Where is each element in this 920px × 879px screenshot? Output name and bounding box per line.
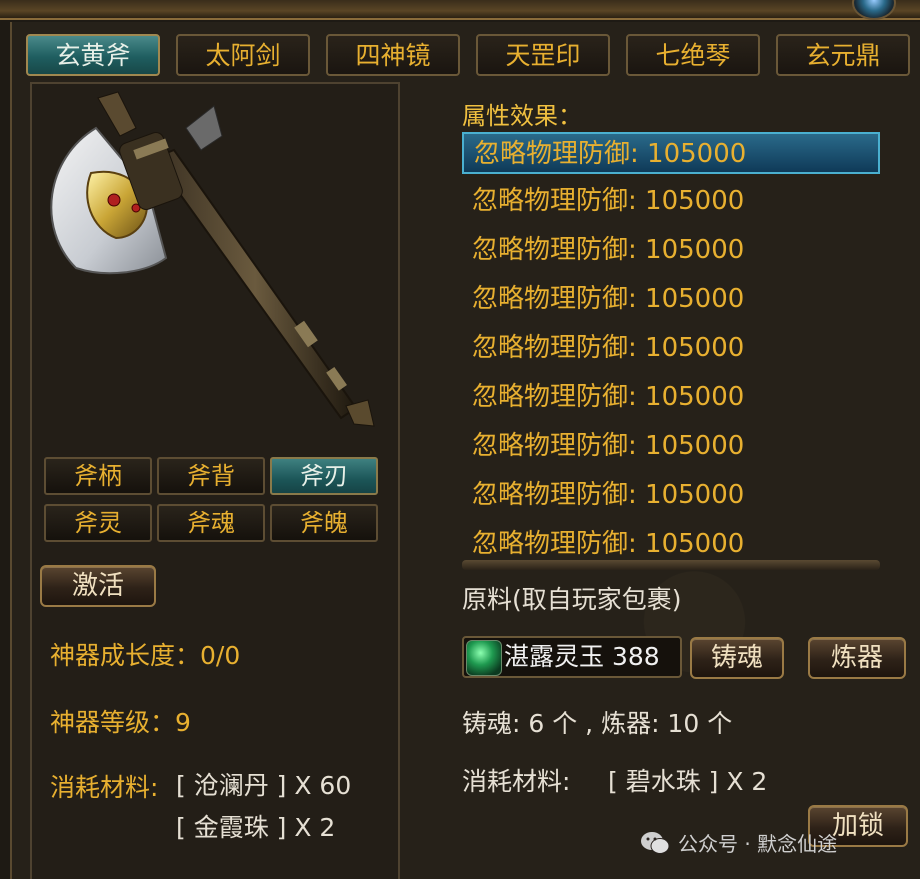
tab-four-gods-mirror[interactable]: 四神镜 xyxy=(326,34,460,76)
growth-value: 0/0 xyxy=(200,641,241,670)
material-slot[interactable]: 湛露灵玉 388 xyxy=(462,636,682,678)
attribute-row[interactable]: 忽略物理防御: 105000 xyxy=(462,426,880,468)
level-label: 神器等级： xyxy=(50,708,176,737)
consume-label-right: 消耗材料: xyxy=(462,767,571,796)
attribute-row[interactable]: 忽略物理防御: 105000 xyxy=(462,132,880,174)
attribute-row[interactable]: 忽略物理防御: 105000 xyxy=(462,279,880,321)
consume-item-right[interactable]: [ 碧水珠 ] X 2 xyxy=(608,762,767,798)
attribute-title: 属性效果： xyxy=(462,102,582,130)
axe-artifact-image xyxy=(50,91,375,427)
tab-xuanhuang-axe[interactable]: 玄黄斧 xyxy=(26,34,160,76)
tab-qijue-zither[interactable]: 七绝琴 xyxy=(626,34,760,76)
growth-label: 神器成长度： xyxy=(50,641,201,670)
part-tab-back[interactable]: 斧背 xyxy=(157,457,265,495)
part-tab-vigor[interactable]: 斧魄 xyxy=(270,504,378,542)
cast-soul-button[interactable]: 铸魂 xyxy=(690,637,784,679)
consume-item-1[interactable]: [ 沧澜丹 ] X 60 xyxy=(176,766,351,802)
growth-row: 神器成长度：0/0 xyxy=(50,636,240,672)
attribute-scrollbar[interactable] xyxy=(462,560,880,570)
consume-item-2[interactable]: [ 金霞珠 ] X 2 xyxy=(176,808,335,844)
attribute-row[interactable]: 忽略物理防御: 105000 xyxy=(462,475,880,517)
wechat-icon xyxy=(641,831,670,854)
material-source-label: 原料(取自玩家包裹) xyxy=(462,585,682,614)
part-tab-handle[interactable]: 斧柄 xyxy=(44,457,152,495)
part-tab-blade[interactable]: 斧刃 xyxy=(270,457,378,495)
attribute-row[interactable]: 忽略物理防御: 105000 xyxy=(462,181,880,223)
activate-button[interactable]: 激活 xyxy=(40,565,156,607)
part-tab-soul[interactable]: 斧魂 xyxy=(157,504,265,542)
window-top-frame xyxy=(0,0,920,20)
attribute-row[interactable]: 忽略物理防御: 105000 xyxy=(462,328,880,370)
tab-xuanyuan-cauldron[interactable]: 玄元鼎 xyxy=(776,34,910,76)
level-row: 神器等级：9 xyxy=(50,703,191,739)
watermark: 公众号 · 默念仙途 xyxy=(640,828,837,857)
material-name: 湛露灵玉 388 xyxy=(504,642,660,671)
level-value: 9 xyxy=(175,708,191,737)
tab-taia-sword[interactable]: 太阿剑 xyxy=(176,34,310,76)
green-jade-icon xyxy=(466,640,502,676)
attribute-row[interactable]: 忽略物理防御: 105000 xyxy=(462,230,880,272)
refine-button[interactable]: 炼器 xyxy=(808,637,906,679)
consume-label-left: 消耗材料: xyxy=(50,773,159,802)
cast-refine-counts: 铸魂: 6 个 , 炼器: 10 个 xyxy=(462,709,733,738)
watermark-text: 公众号 · 默念仙途 xyxy=(678,832,838,856)
attribute-row[interactable]: 忽略物理防御: 105000 xyxy=(462,377,880,419)
tab-tiangang-seal[interactable]: 天罡印 xyxy=(476,34,610,76)
part-tab-spirit[interactable]: 斧灵 xyxy=(44,504,152,542)
